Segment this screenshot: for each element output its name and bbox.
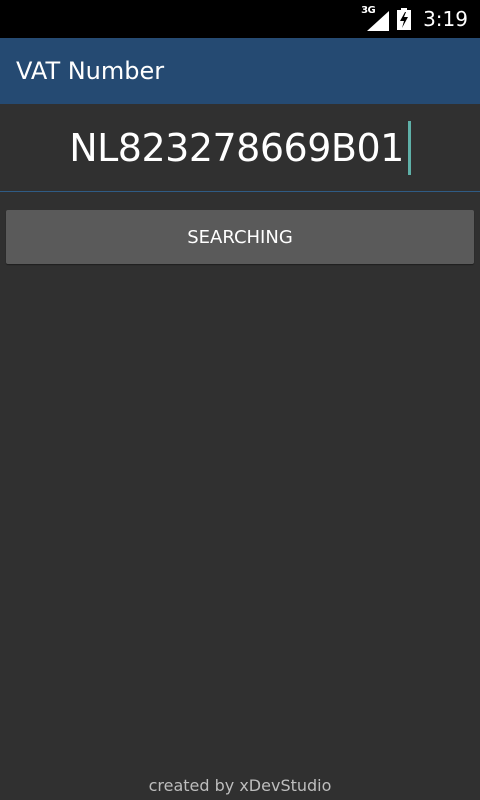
network-indicator: 3G [361,5,390,31]
search-button[interactable]: SEARCHING [6,210,474,264]
cellular-signal-icon [367,11,390,31]
status-bar: 3G 3:19 [0,0,480,38]
app-title: VAT Number [16,57,165,85]
footer-credit: created by xDevStudio [148,776,332,795]
vat-number-input[interactable]: NL823278669B01 [69,120,411,175]
app-bar: VAT Number [0,38,480,104]
vat-number-field[interactable]: NL823278669B01 [0,104,480,192]
vat-number-value: NL823278669B01 [69,125,404,170]
clock: 3:19 [423,7,468,31]
text-cursor [407,120,411,175]
battery-charging-icon [397,8,412,30]
